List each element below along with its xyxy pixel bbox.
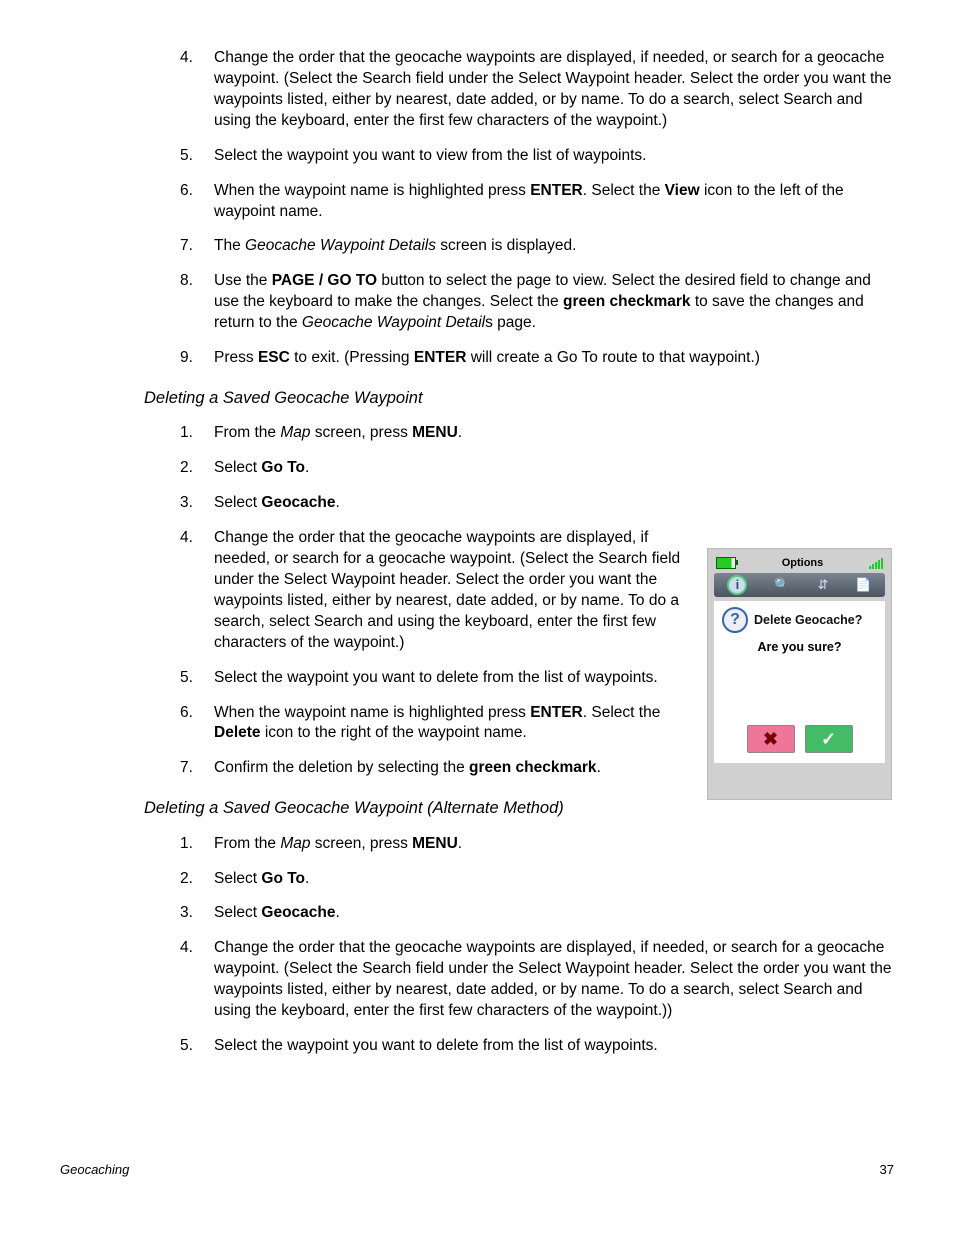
- magnifier-icon: 🔍: [774, 576, 790, 594]
- question-icon: ?: [722, 607, 748, 633]
- list-number: 9.: [180, 348, 214, 369]
- list-number: 4.: [180, 48, 214, 69]
- confirm-button[interactable]: ✓: [805, 725, 853, 753]
- list-number: 7.: [180, 758, 214, 779]
- list-item: 3.Select Geocache.: [144, 903, 894, 924]
- list-number: 2.: [180, 458, 214, 479]
- list-body: From the Map screen, press MENU.: [214, 423, 694, 444]
- list-item: 8.Use the PAGE / GO TO button to select …: [144, 271, 894, 334]
- list-body: Select Go To.: [214, 458, 694, 479]
- list-item: 3.Select Geocache.: [144, 493, 894, 514]
- list-number: 2.: [180, 869, 214, 890]
- list-body: Change the order that the geocache waypo…: [214, 528, 694, 654]
- device-toolbar: i 🔍 ⇵ 📄: [714, 573, 885, 597]
- list-body: Select the waypoint you want to delete f…: [214, 1036, 894, 1057]
- list-body: Confirm the deletion by selecting the gr…: [214, 758, 694, 779]
- steps-continued: 4.Change the order that the geocache way…: [144, 48, 894, 369]
- list-item: 2.Select Go To.: [144, 458, 894, 479]
- list-number: 5.: [180, 668, 214, 689]
- list-item: 5.Select the waypoint you want to view f…: [144, 146, 894, 167]
- list-body: Use the PAGE / GO TO button to select th…: [214, 271, 894, 334]
- list-item: 1.From the Map screen, press MENU.: [144, 423, 894, 444]
- list-body: The Geocache Waypoint Details screen is …: [214, 236, 894, 257]
- list-item: 2.Select Go To.: [144, 869, 894, 890]
- list-item: 4.Change the order that the geocache way…: [144, 48, 894, 132]
- page-footer: Geocaching 37: [60, 1161, 894, 1179]
- list-number: 8.: [180, 271, 214, 292]
- list-body: Change the order that the geocache waypo…: [214, 48, 894, 132]
- dialog-title: Delete Geocache?: [754, 612, 862, 629]
- info-icon: i: [727, 575, 747, 595]
- footer-section: Geocaching: [60, 1161, 129, 1179]
- list-body: Select Go To.: [214, 869, 894, 890]
- list-number: 4.: [180, 938, 214, 959]
- steps-deleting-alt: 1.From the Map screen, press MENU.2.Sele…: [144, 834, 894, 1057]
- list-item: 6.When the waypoint name is highlighted …: [144, 181, 894, 223]
- device-figure: Options i 🔍 ⇵ 📄 ? Delete Geocache? Are y…: [707, 548, 892, 800]
- list-item: 9.Press ESC to exit. (Pressing ENTER wil…: [144, 348, 894, 369]
- list-item: 7.The Geocache Waypoint Details screen i…: [144, 236, 894, 257]
- battery-icon: [716, 557, 736, 569]
- list-icon: 📄: [855, 576, 871, 594]
- list-number: 5.: [180, 1036, 214, 1057]
- heading-deleting: Deleting a Saved Geocache Waypoint: [144, 387, 894, 409]
- list-number: 5.: [180, 146, 214, 167]
- device-options-label: Options: [782, 556, 824, 571]
- list-body: Change the order that the geocache waypo…: [214, 938, 894, 1022]
- confirm-dialog: ? Delete Geocache? Are you sure? ✖ ✓: [714, 601, 885, 763]
- list-item: 1.From the Map screen, press MENU.: [144, 834, 894, 855]
- list-body: Select the waypoint you want to delete f…: [214, 668, 694, 689]
- footer-page-number: 37: [880, 1161, 894, 1179]
- dialog-question: Are you sure?: [718, 639, 881, 656]
- sort-icon: ⇵: [817, 576, 828, 594]
- signal-icon: [869, 557, 883, 569]
- list-number: 7.: [180, 236, 214, 257]
- list-number: 3.: [180, 493, 214, 514]
- list-body: When the waypoint name is highlighted pr…: [214, 703, 694, 745]
- cancel-button[interactable]: ✖: [747, 725, 795, 753]
- list-number: 6.: [180, 181, 214, 202]
- list-number: 1.: [180, 834, 214, 855]
- heading-deleting-alt: Deleting a Saved Geocache Waypoint (Alte…: [144, 797, 894, 819]
- list-body: Select the waypoint you want to view fro…: [214, 146, 894, 167]
- list-item: 5.Select the waypoint you want to delete…: [144, 1036, 894, 1057]
- list-body: Press ESC to exit. (Pressing ENTER will …: [214, 348, 894, 369]
- list-number: 1.: [180, 423, 214, 444]
- list-number: 6.: [180, 703, 214, 724]
- list-body: When the waypoint name is highlighted pr…: [214, 181, 894, 223]
- list-number: 4.: [180, 528, 214, 549]
- list-body: Select Geocache.: [214, 903, 894, 924]
- list-number: 3.: [180, 903, 214, 924]
- list-body: From the Map screen, press MENU.: [214, 834, 894, 855]
- list-body: Select Geocache.: [214, 493, 694, 514]
- list-item: 4.Change the order that the geocache way…: [144, 938, 894, 1022]
